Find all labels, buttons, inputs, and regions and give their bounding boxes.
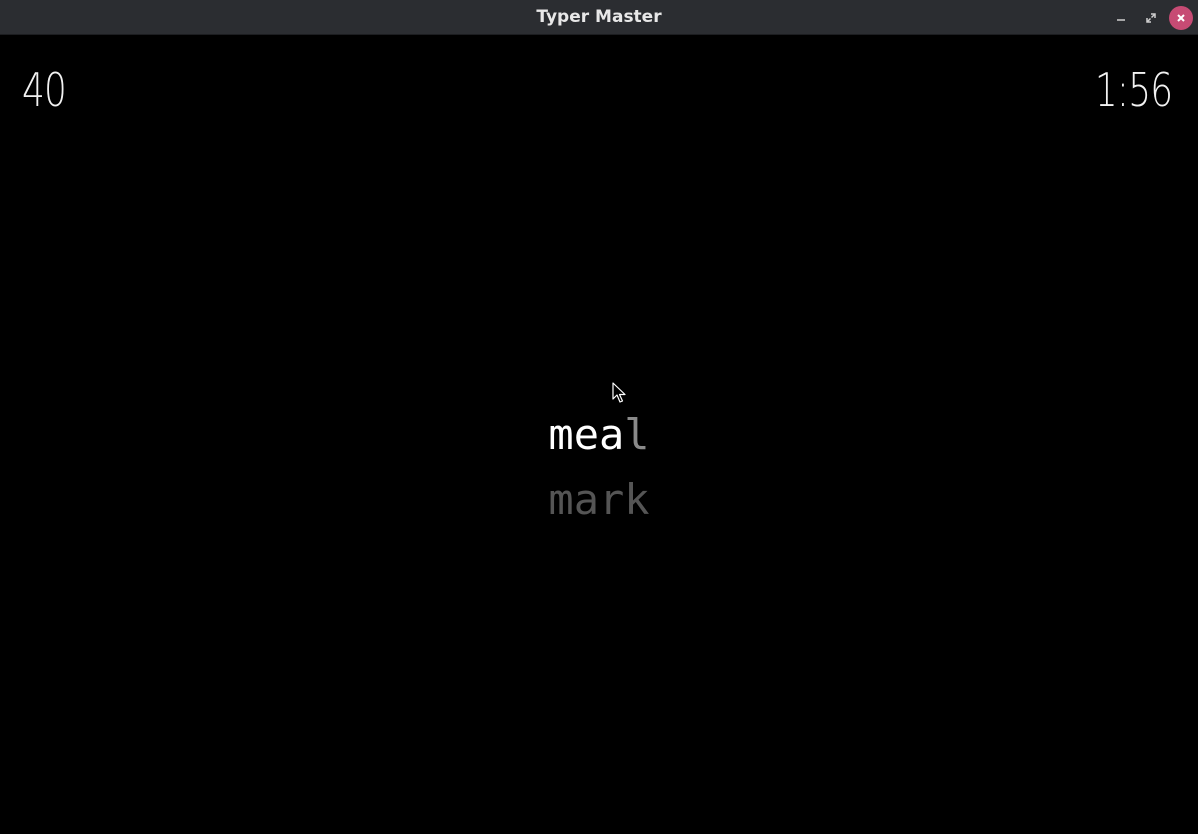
typed-letters: mea [548, 410, 625, 459]
maximize-icon [1146, 13, 1156, 23]
timer-display: 1:56 [1094, 63, 1173, 117]
game-area[interactable]: 40 1:56 meal mark [0, 35, 1198, 834]
close-icon [1177, 14, 1185, 22]
current-word: meal [0, 410, 1198, 460]
minimize-button[interactable] [1110, 7, 1132, 29]
window-title: Typer Master [536, 7, 662, 27]
title-bar[interactable]: Typer Master [0, 0, 1198, 35]
app-window: Typer Master 40 1:56 meal mark [0, 0, 1198, 834]
score-display: 40 [22, 63, 67, 117]
next-word: mark [548, 475, 650, 524]
maximize-button[interactable] [1140, 7, 1162, 29]
close-button[interactable] [1169, 6, 1193, 30]
remaining-letters: l [624, 410, 650, 459]
minimize-icon [1117, 19, 1125, 21]
mouse-pointer-icon [612, 382, 626, 403]
